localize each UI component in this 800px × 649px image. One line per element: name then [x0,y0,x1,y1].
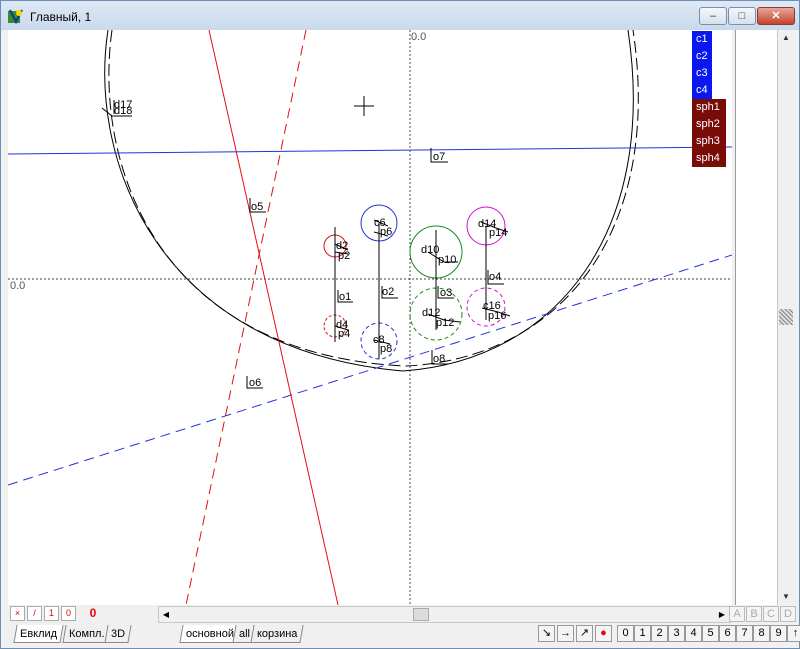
window-title: Главный, 1 [30,10,92,24]
arrow-up-button[interactable]: ↑ [787,625,800,642]
label-ticks [101,100,511,389]
layer-c1[interactable]: c1 [692,31,712,48]
digit-6-button[interactable]: 6 [719,625,736,642]
layer-sph3[interactable]: sph3 [692,133,726,150]
label-d10: d10 [421,244,439,256]
label-o4: o4 [489,271,501,283]
horizontal-scroll-thumb[interactable] [413,608,429,621]
digit-0-button[interactable]: 0 [617,625,634,642]
label-p6: p6 [380,226,392,238]
scroll-right-arrow-icon[interactable]: ▶ [715,607,729,622]
digit-2-button[interactable]: 2 [651,625,668,642]
layer-list: c1 c2 c3 c4 sph1 sph2 sph3 sph4 [692,31,726,167]
button-a[interactable]: A [729,606,745,622]
digit-7-button[interactable]: 7 [736,625,753,642]
close-button[interactable]: ✕ [757,7,795,25]
layer-c2[interactable]: c2 [692,48,712,65]
red-dashed-line [185,30,307,605]
layer-c3[interactable]: c3 [692,65,712,82]
digit-3-button[interactable]: 3 [668,625,685,642]
scroll-up-arrow-icon[interactable]: ▲ [778,30,794,46]
label-p10: p10 [438,254,456,266]
maximize-button[interactable]: □ [728,7,756,25]
tool-arrow-right-icon[interactable]: → [557,625,574,642]
label-d18: d18 [114,105,132,117]
tab-main[interactable]: основной [179,625,241,643]
one-icon[interactable]: 1 [44,606,59,621]
scroll-left-arrow-icon[interactable]: ◀ [159,607,173,622]
label-o8: o8 [433,353,445,365]
layer-sph2[interactable]: sph2 [692,116,726,133]
record-icon[interactable]: ● [595,625,612,642]
big-circle-solid [104,30,634,372]
tab-trash[interactable]: корзина [250,625,305,643]
slash-icon[interactable]: / [27,606,42,621]
label-o5: o5 [251,201,263,213]
red-solid-line [208,30,339,605]
label-o2: o2 [382,286,394,298]
layer-c4[interactable]: c4 [692,82,712,99]
label-p16: p16 [488,310,506,322]
geometry-drawing[interactable]: 0.0 0.0 d17 d18 o7 o5 c6 p6 d2 p2 d10 p1… [8,30,732,605]
blue-dashed-line [8,254,732,486]
label-p4: p4 [338,328,350,340]
layer-sph4[interactable]: sph4 [692,150,726,167]
app-icon [8,9,23,24]
title-bar: Главный, 1 – □ ✕ [1,1,799,30]
scroll-down-arrow-icon[interactable]: ▼ [778,589,794,605]
tool-arrow-se-icon[interactable]: ↘ [538,625,555,642]
digit-5-button[interactable]: 5 [702,625,719,642]
minimize-button[interactable]: – [699,7,727,25]
vertical-scroll-thumb[interactable] [779,309,793,325]
tab-euclid[interactable]: Евклид [13,625,64,643]
label-o6: o6 [249,377,261,389]
vertical-scrollbar[interactable]: ▲ ▼ [777,30,793,605]
label-p14: p14 [489,227,507,239]
layer-sph1[interactable]: sph1 [692,99,726,116]
counter-value: 0 [83,606,103,621]
button-d[interactable]: D [780,606,796,622]
axis-label-left: 0.0 [10,280,25,292]
zero-icon[interactable]: 0 [61,606,76,621]
big-circle-dashed [108,30,639,367]
digit-1-button[interactable]: 1 [634,625,651,642]
digit-8-button[interactable]: 8 [753,625,770,642]
digit-9-button[interactable]: 9 [770,625,787,642]
label-o1: o1 [339,291,351,303]
label-o7: o7 [433,151,445,163]
tool-arrow-ne-icon[interactable]: ↗ [576,625,593,642]
horizontal-scrollbar[interactable]: ◀ ▶ [158,606,731,623]
axis-label-top: 0.0 [411,31,426,43]
digit-4-button[interactable]: 4 [685,625,702,642]
label-o3: o3 [440,287,452,299]
main-window: Главный, 1 – □ ✕ 0.0 0.0 d17 d18 o7 o5 c… [0,0,800,649]
x-icon[interactable]: × [10,606,25,621]
right-panel: ▲ ▼ [735,30,793,605]
button-c[interactable]: C [763,606,779,622]
bottom-bar: × / 1 0 0 ◀ ▶ A B C D Евклид Компл. 3D о… [8,605,800,649]
label-p8: p8 [380,343,392,355]
side-panel-area [735,30,777,605]
mini-toolbar: × / 1 0 0 [8,605,156,622]
label-p12: p12 [436,317,454,329]
label-p2: p2 [338,250,350,262]
blue-solid-line [8,146,732,155]
tab-3d[interactable]: 3D [104,625,132,643]
drawing-canvas[interactable]: 0.0 0.0 d17 d18 o7 o5 c6 p6 d2 p2 d10 p1… [8,30,732,605]
button-b[interactable]: B [746,606,762,622]
